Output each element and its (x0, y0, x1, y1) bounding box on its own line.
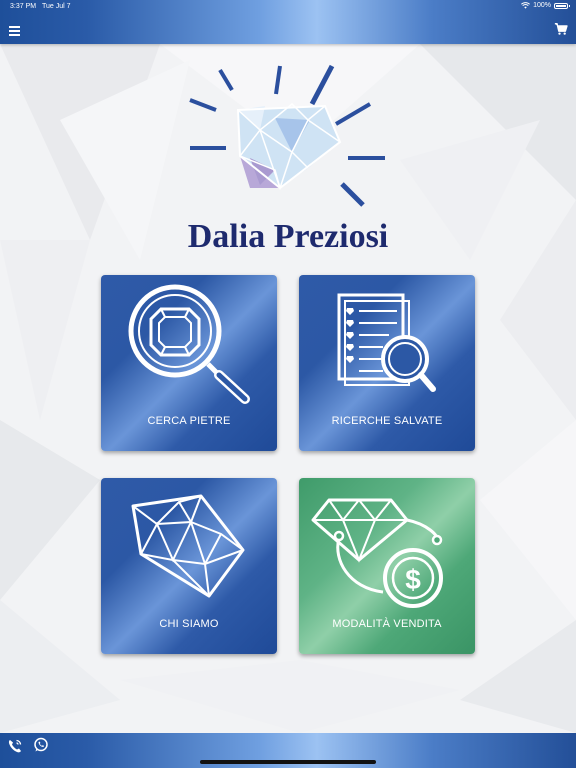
diamond-logo-icon (189, 64, 385, 207)
battery-icon (554, 2, 570, 9)
whatsapp-icon[interactable] (33, 737, 49, 753)
home-indicator (200, 760, 376, 764)
svg-text:$: $ (405, 564, 421, 595)
shopping-cart-icon[interactable] (554, 22, 568, 36)
battery-percent: 100% (533, 2, 551, 9)
status-right: 100% (521, 2, 570, 9)
tile-label: CERCA PIETRE (147, 415, 231, 427)
tile-modalita-vendita[interactable]: $ MODALITÀ VENDITA (299, 478, 475, 654)
status-time: 3:37 PM (10, 3, 37, 10)
tile-cerca-pietre[interactable]: CERCA PIETRE (101, 275, 277, 451)
tile-label: RICERCHE SALVATE (331, 415, 443, 427)
diamond-icon (131, 494, 245, 598)
diamond-dollar-icon: $ (311, 498, 443, 608)
brand-title: Dalia Preziosi (187, 218, 389, 255)
hamburger-menu-icon[interactable] (9, 24, 23, 36)
status-date: Tue Jul 7 (42, 3, 71, 10)
wifi-icon (521, 2, 531, 9)
document-search-icon (337, 293, 436, 392)
status-bar: 3:37 PM Tue Jul 7 100% (0, 0, 576, 14)
bottom-bar (0, 733, 576, 768)
tile-ricerche-salvate[interactable]: RICERCHE SALVATE (299, 275, 475, 451)
magnifier-gem-icon (128, 284, 250, 404)
phone-icon[interactable] (7, 738, 23, 754)
tile-chi-siamo[interactable]: CHI SIAMO (101, 478, 277, 654)
tile-label: MODALITÀ VENDITA (332, 618, 442, 630)
tile-label: CHI SIAMO (159, 618, 219, 630)
